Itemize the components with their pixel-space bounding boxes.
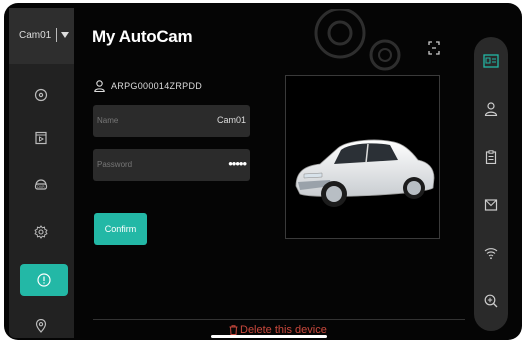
chevron-down-icon (61, 32, 69, 38)
record-icon (34, 88, 48, 102)
sidebar-item-dvr[interactable]: DVR (23, 168, 59, 200)
gear-watermark-icon (314, 9, 401, 71)
password-value: ••••• (228, 156, 247, 171)
app-window: Cam01 DVR My AutoCam ARPG000014ZRPDD Nam… (4, 3, 522, 340)
mail-icon (484, 199, 498, 211)
password-field[interactable]: Password ••••• (93, 149, 250, 181)
rail-item-clipboard[interactable] (483, 149, 499, 165)
location-icon (35, 319, 47, 333)
device-id: ARPG000014ZRPDD (111, 81, 203, 91)
sidebar-item-record[interactable] (23, 79, 59, 111)
home-indicator (211, 335, 327, 338)
user-icon (94, 80, 105, 92)
device-image (285, 75, 440, 239)
page-title: My AutoCam (92, 27, 193, 46)
wifi-icon (484, 248, 498, 260)
rail-item-wifi[interactable] (483, 245, 499, 261)
sidebar-item-info[interactable] (20, 264, 68, 296)
device-card-icon (483, 54, 499, 68)
svg-text:DVR: DVR (37, 185, 45, 189)
selector-divider (56, 28, 57, 42)
car-image (295, 139, 435, 207)
user-icon (484, 102, 498, 116)
sidebar-item-playback[interactable] (23, 122, 59, 154)
sidebar-item-location[interactable] (23, 310, 59, 340)
rail-item-mail[interactable] (483, 197, 499, 213)
info-icon (37, 273, 51, 287)
zoom-in-icon (484, 294, 498, 308)
device-id-row: ARPG000014ZRPDD (94, 80, 202, 92)
rail-item-zoom-in[interactable] (483, 293, 499, 309)
name-field[interactable]: Name Cam01 (93, 105, 250, 137)
right-rail (474, 37, 508, 331)
left-sidebar: Cam01 DVR (9, 8, 74, 338)
divider (93, 319, 465, 320)
trash-icon (229, 325, 238, 335)
settings-icon (34, 225, 48, 239)
confirm-button[interactable]: Confirm (94, 213, 147, 245)
name-value: Cam01 (216, 115, 246, 125)
clipboard-icon (485, 150, 497, 164)
password-label: Password (97, 160, 133, 169)
fullscreen-icon[interactable] (428, 41, 440, 55)
playback-icon (35, 131, 47, 145)
rail-item-device-card[interactable] (483, 53, 499, 69)
name-label: Name (97, 116, 119, 125)
camera-selector[interactable]: Cam01 (9, 8, 74, 64)
sidebar-item-settings[interactable] (23, 216, 59, 248)
dvr-icon: DVR (34, 179, 48, 190)
rail-item-user[interactable] (483, 101, 499, 117)
camera-name: Cam01 (19, 30, 52, 41)
